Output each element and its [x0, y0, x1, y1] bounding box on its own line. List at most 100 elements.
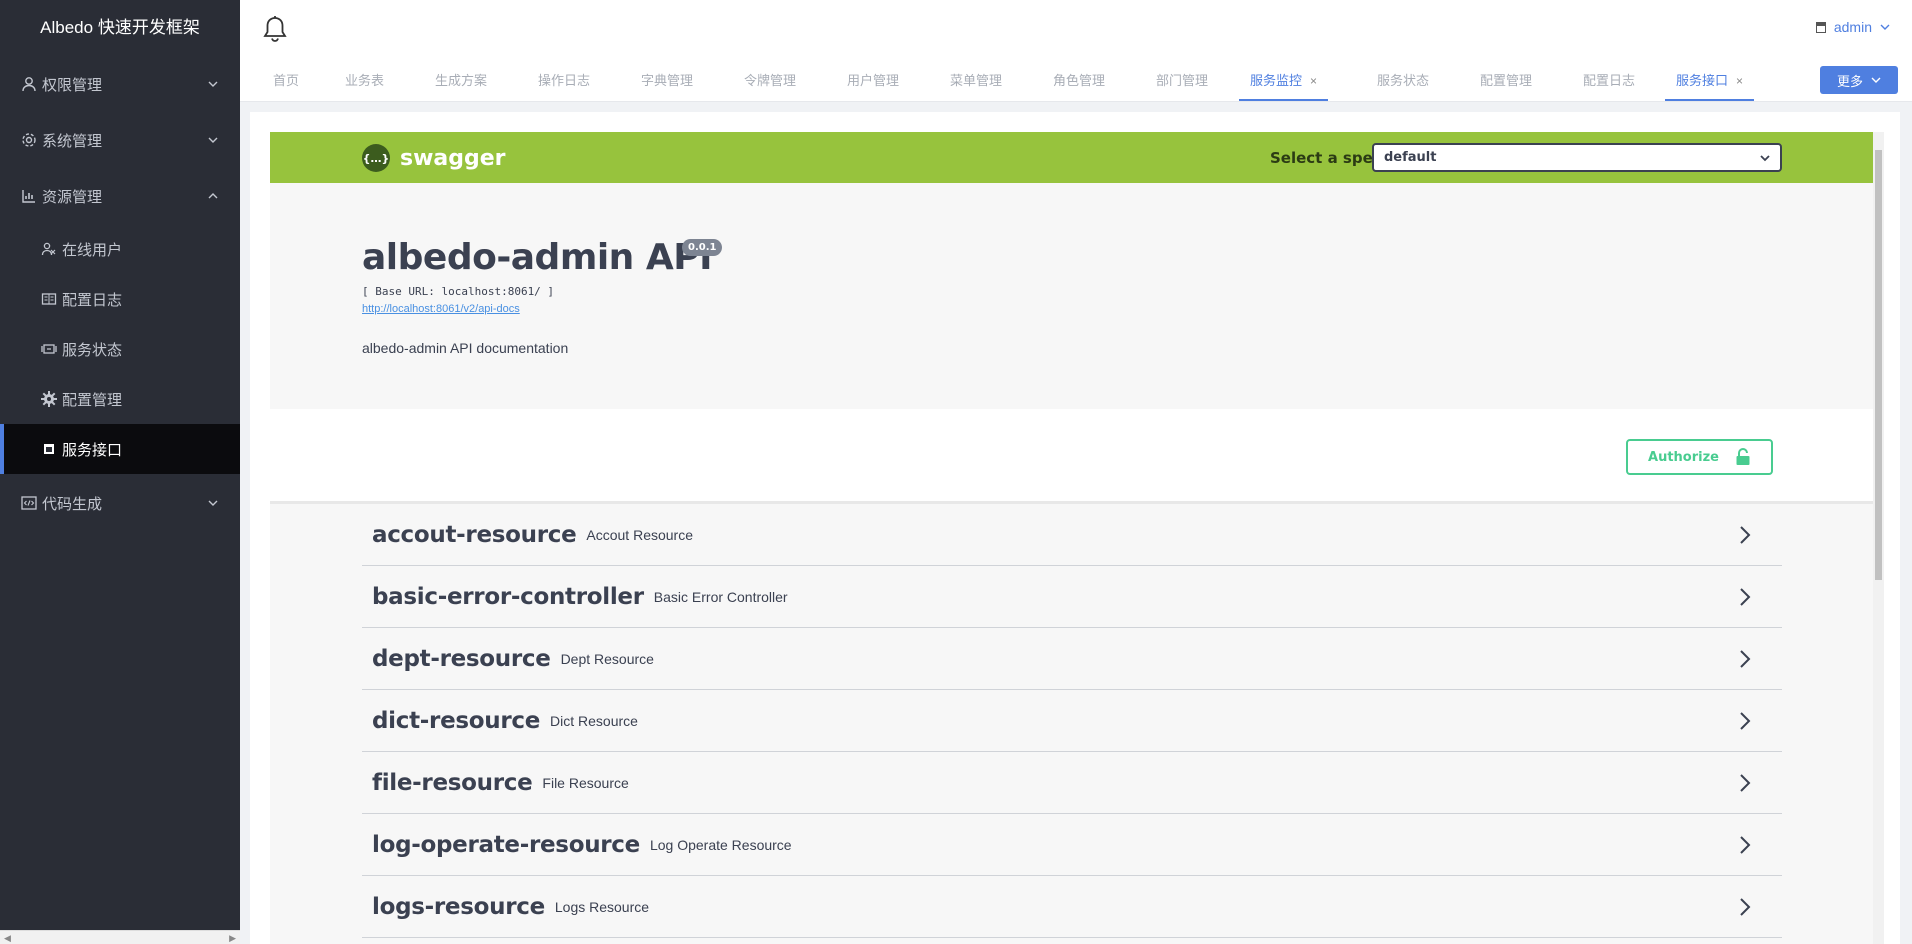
tab-dict[interactable]: 字典管理 [630, 60, 704, 101]
tab-label: 令牌管理 [744, 73, 797, 88]
sidebar-item-permissions[interactable]: 权限管理 [0, 56, 240, 112]
auth-section: Authorize [270, 409, 1873, 504]
tag-name: logs-resource [372, 893, 545, 920]
tag-description: Accout Resource [586, 526, 693, 543]
tab-gen-scheme[interactable]: 生成方案 [424, 60, 498, 101]
tab-label: 用户管理 [847, 73, 900, 88]
tag-name: file-resource [372, 769, 533, 796]
tag-row[interactable]: basic-error-controller Basic Error Contr… [362, 566, 1782, 628]
main-content: {…} swagger Select a spec default albedo… [240, 102, 1912, 944]
tab-label: 角色管理 [1053, 73, 1106, 88]
code-icon [20, 494, 38, 512]
tag-row[interactable]: dept-resource Dept Resource [362, 628, 1782, 690]
sidebar-item-service-status[interactable]: 服务状态 [0, 324, 240, 374]
chevron-down-icon [1871, 77, 1881, 83]
sidebar-item-label: 在线用户 [62, 241, 123, 259]
tag-row[interactable]: log-operate-resource Log Operate Resourc… [362, 814, 1782, 876]
sidebar-item-codegen[interactable]: 代码生成 [0, 474, 240, 532]
scroll-right-icon[interactable]: ▶ [229, 933, 236, 944]
chevron-down-icon [208, 137, 218, 143]
sidebar-item-config-manage[interactable]: 配置管理 [0, 374, 240, 424]
close-icon[interactable]: × [1736, 74, 1743, 88]
content-panel: {…} swagger Select a spec default albedo… [250, 112, 1900, 944]
tab-dept[interactable]: 部门管理 [1145, 60, 1219, 101]
swagger-logo-icon: {…} [362, 144, 390, 172]
tab-business-table[interactable]: 业务表 [334, 60, 395, 101]
tab-service-monitor[interactable]: 服务监控 × [1239, 60, 1329, 101]
scroll-left-icon[interactable]: ◀ [4, 933, 11, 944]
topbar: admin [240, 0, 1912, 60]
spec-select[interactable]: default [1372, 143, 1782, 172]
more-label: 更多 [1836, 73, 1863, 89]
tab-label: 字典管理 [641, 73, 694, 88]
sidebar-item-service-api[interactable]: 服务接口 [0, 424, 240, 474]
tab-user[interactable]: 用户管理 [836, 60, 910, 101]
tab-operation-log[interactable]: 操作日志 [527, 60, 601, 101]
tag-row[interactable]: accout-resource Accout Resource [362, 504, 1782, 566]
tab-config-manage[interactable]: 配置管理 [1469, 60, 1543, 101]
brand-title: Albedo 快速开发框架 [40, 18, 200, 37]
spec-select-value: default [1384, 150, 1437, 165]
tab-label: 业务表 [345, 73, 385, 88]
authorize-button[interactable]: Authorize [1626, 439, 1773, 475]
chevron-up-icon [208, 193, 218, 199]
tag-description: File Resource [542, 774, 629, 791]
horizontal-scrollbar[interactable]: ◀ ▶ [0, 930, 240, 944]
tab-label: 配置日志 [1583, 73, 1636, 88]
sidebar-item-label: 配置日志 [62, 291, 123, 309]
close-icon[interactable]: × [1310, 74, 1317, 88]
chevron-right-icon [1740, 774, 1751, 792]
avatar-icon [1815, 21, 1826, 33]
tag-row[interactable]: logs-resource Logs Resource [362, 876, 1782, 938]
tab-bar: 首页 业务表 生成方案 操作日志 字典管理 令牌管理 用户管理 菜单管理 角色管… [240, 60, 1912, 102]
sidebar-item-label: 资源管理 [42, 188, 103, 206]
tag-name: accout-resource [372, 521, 577, 548]
tab-service-status[interactable]: 服务状态 [1366, 60, 1440, 101]
bar-chart-icon [20, 187, 38, 205]
chevron-down-icon [1880, 24, 1890, 30]
tag-row[interactable]: file-resource File Resource [362, 752, 1782, 814]
sidebar-item-system[interactable]: 系统管理 [0, 112, 240, 168]
swagger-logo[interactable]: {…} swagger [362, 144, 506, 172]
bell-icon[interactable] [262, 15, 288, 43]
tab-role[interactable]: 角色管理 [1042, 60, 1116, 101]
chevron-right-icon [1740, 898, 1751, 916]
sidebar-item-label: 服务接口 [62, 441, 123, 459]
tab-service-api[interactable]: 服务接口 × [1665, 60, 1755, 101]
lock-icon [1736, 448, 1750, 465]
scrollbar-thumb[interactable] [1875, 150, 1882, 580]
chevron-down-icon [208, 500, 218, 506]
tab-label: 服务接口 [1676, 73, 1729, 88]
tab-label: 部门管理 [1156, 73, 1209, 88]
server-icon [40, 340, 58, 358]
more-tabs-button[interactable]: 更多 [1820, 66, 1898, 94]
tag-description: Dict Resource [550, 712, 638, 729]
authorize-label: Authorize [1648, 449, 1719, 465]
tab-menu[interactable]: 菜单管理 [939, 60, 1013, 101]
version-badge: 0.0.1 [682, 239, 723, 256]
api-docs-link[interactable]: http://localhost:8061/v2/api-docs [362, 303, 520, 315]
tab-label: 服务状态 [1377, 73, 1430, 88]
tag-name: dict-resource [372, 707, 541, 734]
user-menu[interactable]: admin [1815, 19, 1890, 35]
api-icon [40, 440, 58, 458]
cog-icon [40, 390, 58, 408]
swagger-topbar: {…} swagger Select a spec default [270, 132, 1873, 183]
chevron-right-icon [1740, 712, 1751, 730]
tab-token[interactable]: 令牌管理 [733, 60, 807, 101]
sidebar-item-resources[interactable]: 资源管理 [0, 168, 240, 224]
username: admin [1833, 19, 1872, 35]
tag-row[interactable]: dict-resource Dict Resource [362, 690, 1782, 752]
api-description: albedo-admin API documentation [362, 340, 569, 356]
tab-home[interactable]: 首页 [262, 60, 310, 101]
sidebar-item-online-users[interactable]: 在线用户 [0, 224, 240, 274]
book-icon [40, 290, 58, 308]
users-icon [40, 240, 58, 258]
tab-label: 生成方案 [435, 73, 488, 88]
vertical-scrollbar[interactable] [1873, 132, 1884, 944]
sidebar-item-config-log[interactable]: 配置日志 [0, 274, 240, 324]
gear-icon [20, 131, 38, 149]
tab-label: 操作日志 [538, 73, 591, 88]
chevron-down-icon [1760, 155, 1770, 162]
tab-config-log[interactable]: 配置日志 [1572, 60, 1646, 101]
